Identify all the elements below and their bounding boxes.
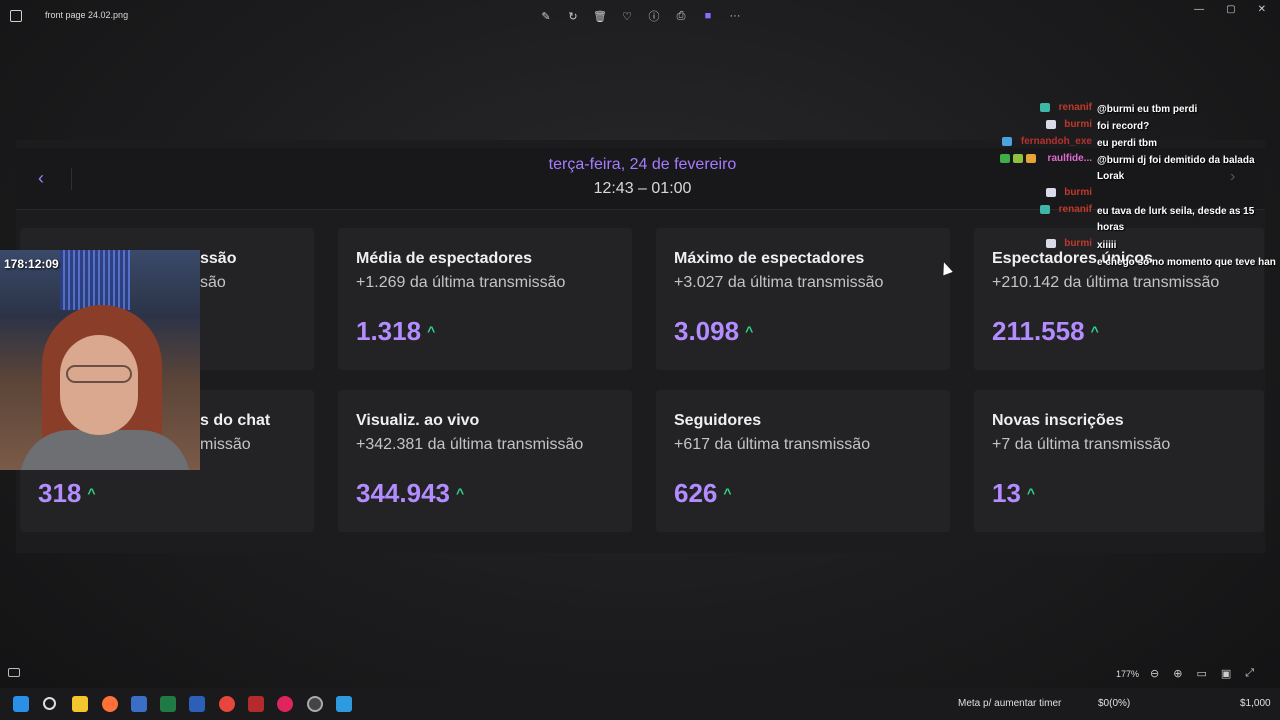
- filmstrip-icon[interactable]: [8, 668, 20, 677]
- delete-icon[interactable]: 🗑: [592, 8, 608, 24]
- stat-value: 13 ^: [992, 478, 1036, 508]
- chrome-icon[interactable]: [219, 696, 235, 712]
- stat-title: Máximo de espectadores: [674, 250, 865, 267]
- stat-value: 318 ^: [38, 478, 96, 508]
- app-icon[interactable]: [131, 696, 147, 712]
- up-arrow-icon: ^: [1090, 323, 1099, 339]
- file-title: front page 24.02.png: [45, 10, 129, 20]
- stat-change: +7 da última transmissão: [992, 436, 1171, 453]
- viewer-status-bar: 177% ⊖ ⊕ ▭ ▣ ⤢: [0, 664, 1280, 686]
- minimize-button[interactable]: —: [1194, 4, 1204, 15]
- photos-app-icon: [10, 10, 22, 22]
- zoom-out-icon[interactable]: ⊖: [1150, 667, 1159, 680]
- stat-value: 1.318 ^: [356, 316, 436, 346]
- chat-message: burmi xiiiii: [1000, 236, 1278, 253]
- up-arrow-icon: ^: [745, 323, 754, 339]
- up-arrow-icon: ^: [455, 485, 465, 501]
- maximize-button[interactable]: ▢: [1226, 4, 1235, 15]
- close-button[interactable]: ✕: [1258, 4, 1266, 15]
- favorite-icon[interactable]: ♡: [619, 8, 635, 24]
- stat-value: 3.098 ^: [674, 316, 754, 346]
- stat-value: 211.558 ^: [992, 316, 1099, 346]
- photos-icon[interactable]: [336, 696, 352, 712]
- up-arrow-icon: ^: [427, 323, 436, 339]
- stat-change: missão: [200, 436, 251, 453]
- stat-card-average-viewers: Média de espectadores +1.269 da última t…: [338, 228, 632, 370]
- up-arrow-icon: ^: [723, 485, 732, 501]
- obs-icon[interactable]: [307, 696, 323, 712]
- title-bar: front page 24.02.png ✎ ↻ 🗑 ♡ ⓘ ⎙ ■ ··· —…: [0, 0, 1280, 32]
- stat-change: +342.381 da última transmissão: [356, 436, 584, 453]
- stat-change: +617 da última transmissão: [674, 436, 871, 453]
- zoom-in-icon[interactable]: ⊕: [1173, 667, 1182, 680]
- meta-label: Meta p/ aumentar timer: [958, 698, 1062, 709]
- chat-message: burmi: [1000, 185, 1278, 202]
- stat-card-live-views: Visualiz. ao vivo +342.381 da última tra…: [338, 390, 632, 532]
- meta-progress: $0(0%): [1098, 698, 1131, 709]
- chat-message: raulfide... @burmi dj foi demitido da ba…: [1000, 151, 1278, 185]
- subathon-timer: 178:12:09: [4, 257, 59, 271]
- up-arrow-icon: ^: [1026, 485, 1036, 501]
- stat-title: Média de espectadores: [356, 250, 533, 267]
- taskbar: Meta p/ aumentar timer $0(0%) $1,000: [0, 688, 1280, 720]
- stat-change: +1.269 da última transmissão: [356, 274, 566, 291]
- chat-message: burmi foi record?: [1000, 117, 1278, 134]
- stat-card-new-subscriptions: Novas inscrições +7 da última transmissã…: [974, 390, 1264, 532]
- chat-message: e chego só no momento que teve han: [1097, 257, 1276, 268]
- stat-title: s do chat: [200, 412, 271, 429]
- rotate-icon[interactable]: ↻: [565, 8, 581, 24]
- windows-start-icon[interactable]: [13, 696, 29, 712]
- window-controls: — ▢ ✕: [1194, 4, 1266, 15]
- stat-title: Visualiz. ao vivo: [356, 412, 480, 429]
- zoom-level: 177%: [1116, 669, 1140, 679]
- fit-to-window-icon[interactable]: ▭: [1196, 667, 1206, 680]
- info-icon[interactable]: ⓘ: [646, 8, 662, 24]
- stat-change: +3.027 da última transmissão: [674, 274, 884, 291]
- meta-goal: $1,000: [1240, 698, 1271, 709]
- app-icon[interactable]: [248, 696, 264, 712]
- up-arrow-icon: ^: [87, 485, 96, 501]
- print-icon[interactable]: ⎙: [673, 8, 689, 24]
- image-toolbar: ✎ ↻ 🗑 ♡ ⓘ ⎙ ■ ···: [538, 8, 743, 24]
- edit-icon[interactable]: ✎: [538, 8, 554, 24]
- fullscreen-icon[interactable]: ⤢: [1245, 667, 1254, 680]
- stat-title: Novas inscrições: [992, 412, 1124, 429]
- chat-overlay: renanif @burmi eu tbm perdi burmi foi re…: [1000, 100, 1278, 287]
- more-options-icon[interactable]: ···: [727, 8, 743, 24]
- firefox-icon[interactable]: [102, 696, 118, 712]
- actual-size-icon[interactable]: ▣: [1221, 667, 1231, 680]
- chat-message: renanif eu tava de lurk seila, desde as …: [1000, 202, 1278, 236]
- stat-value: 626 ^: [674, 478, 732, 508]
- clipchamp-icon[interactable]: ■: [700, 8, 716, 24]
- stat-card-max-viewers: Máximo de espectadores +3.027 da última …: [656, 228, 950, 370]
- stat-value: 344.943 ^: [356, 478, 465, 508]
- stat-card-followers: Seguidores +617 da última transmissão 62…: [656, 390, 950, 532]
- search-icon[interactable]: [43, 697, 56, 710]
- chat-message: fernandoh_exe eu perdi tbm: [1000, 134, 1278, 151]
- chat-message: renanif @burmi eu tbm perdi: [1000, 100, 1278, 117]
- file-explorer-icon[interactable]: [72, 696, 88, 712]
- stat-title: Seguidores: [674, 412, 762, 429]
- excel-icon[interactable]: [160, 696, 176, 712]
- word-icon[interactable]: [189, 696, 205, 712]
- webcam-overlay: [0, 250, 200, 470]
- media-player-icon[interactable]: [277, 696, 293, 712]
